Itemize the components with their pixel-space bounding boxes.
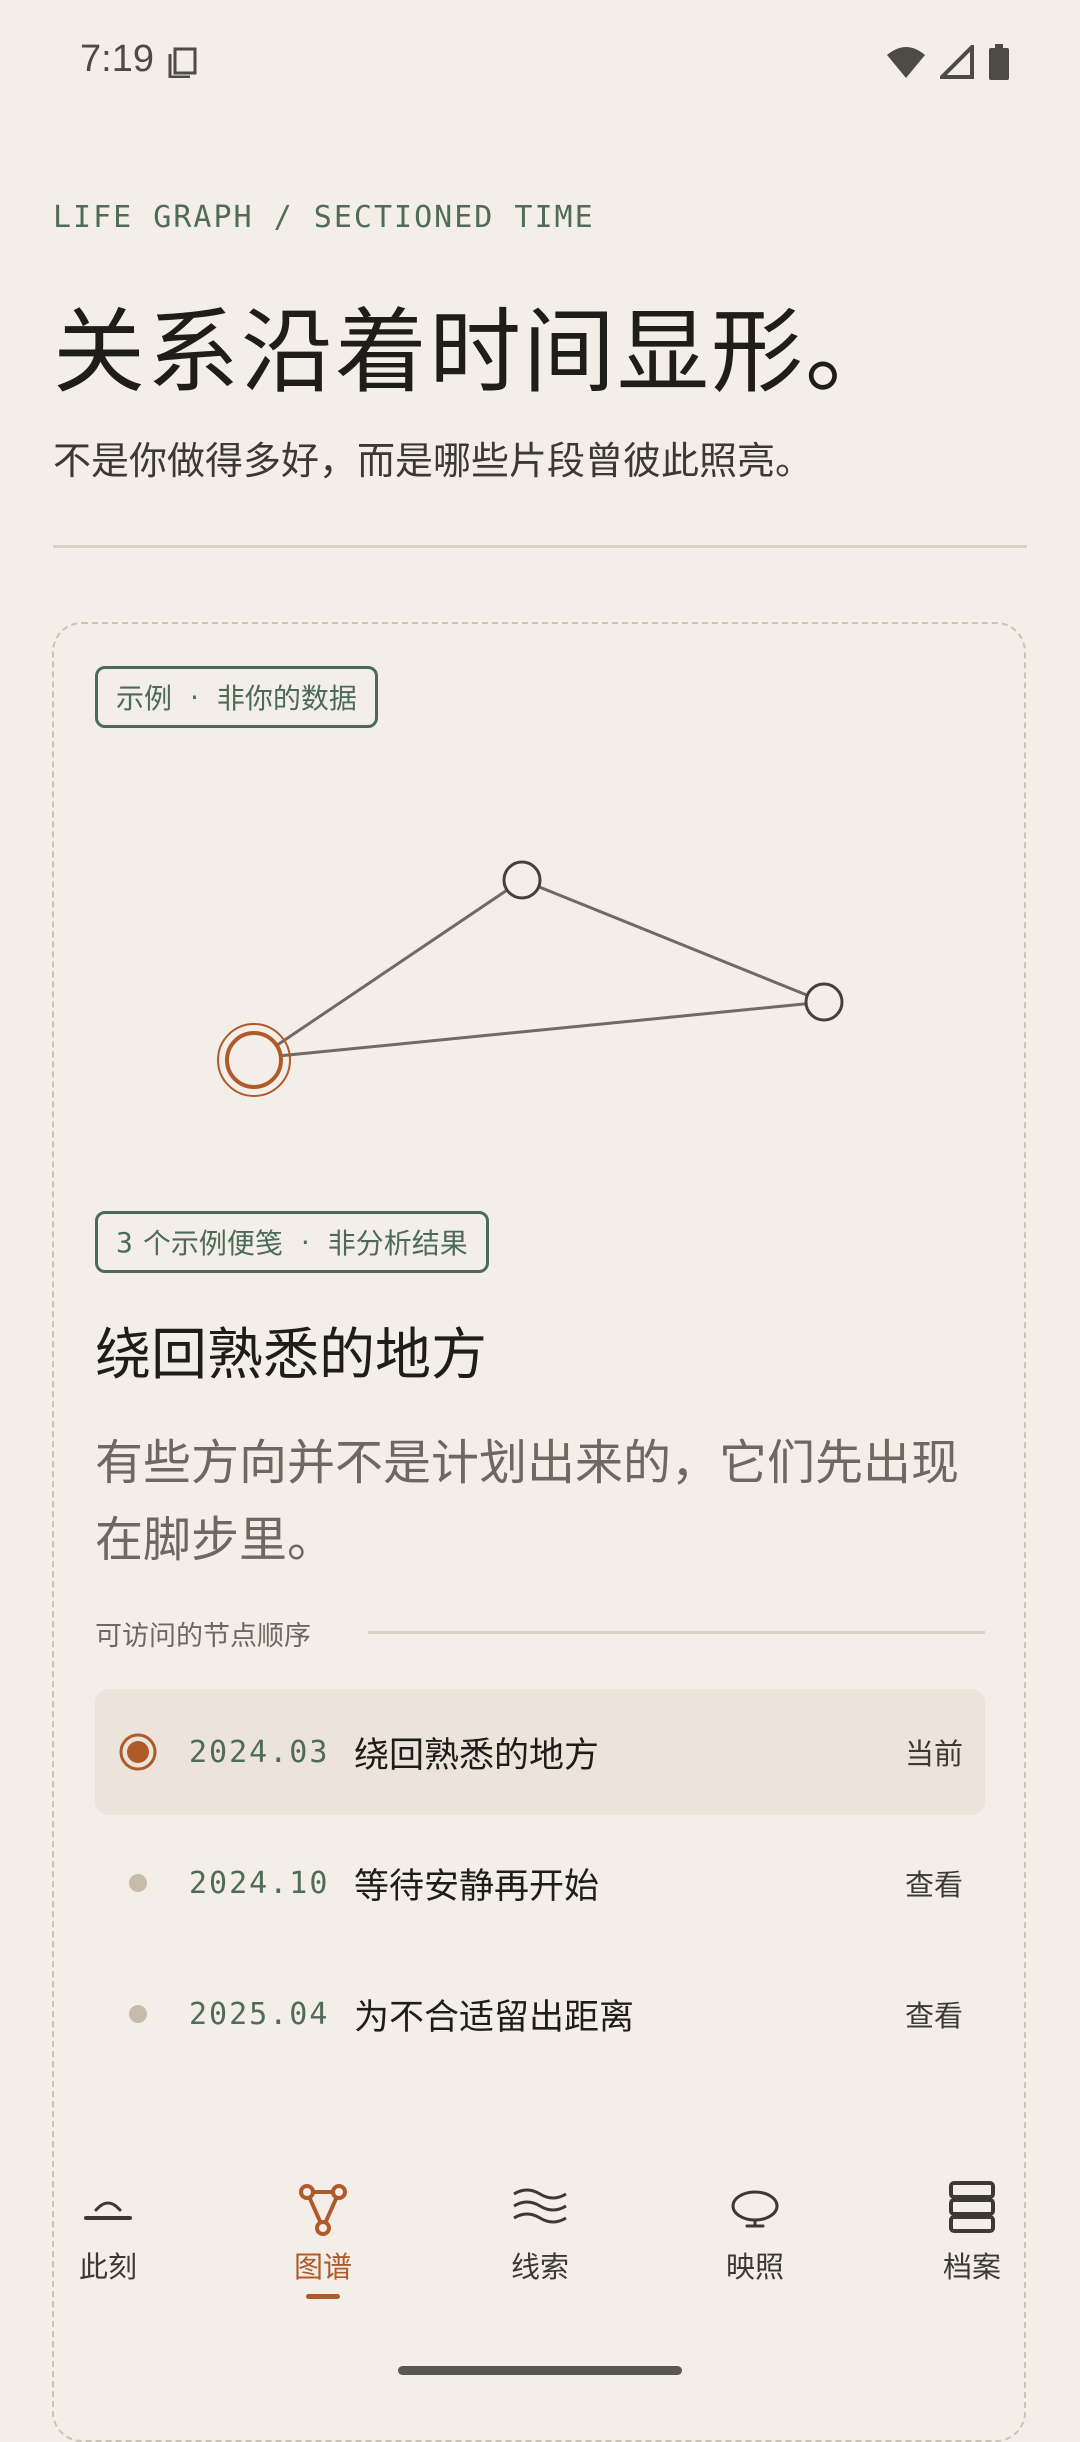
row-date: 2024.10: [189, 1865, 330, 1901]
row-label: 绕回熟悉的地方: [354, 1735, 600, 1776]
card-description: 有些方向并不是计划出来的，它们先出现在脚步里。: [95, 1435, 960, 1568]
nav-item-graph[interactable]: 图谱: [253, 2180, 393, 2299]
battery-icon: [989, 44, 1009, 80]
card-title: 绕回熟悉的地方: [95, 1323, 487, 1388]
nav-item-clues[interactable]: 线索: [470, 2180, 610, 2286]
wifi-icon: [887, 47, 925, 78]
notes-separator: ·: [300, 1225, 310, 1259]
notes-text: 个示例便笺: [142, 1227, 283, 1260]
nav-item-archive[interactable]: 档案: [902, 2180, 1042, 2286]
home-indicator[interactable]: [398, 2366, 682, 2375]
current-node-icon: [117, 1731, 159, 1773]
graph-edge: [257, 1000, 825, 1060]
timeline-row-2024-10[interactable]: 2024.10 等待安静再开始 查看: [95, 1820, 985, 1946]
example-notes-tag: 3 个示例便笺 · 非分析结果: [95, 1211, 489, 1273]
nav-label: 档案: [942, 2250, 1001, 2284]
header-divider: [53, 545, 1027, 548]
view-button[interactable]: 查看: [905, 1993, 963, 2035]
page-title: 关系沿着时间显形。: [53, 299, 900, 406]
timeline-row-2024-03[interactable]: 2024.03 绕回熟悉的地方 当前: [95, 1689, 985, 1815]
graph-icon: [299, 2184, 347, 2236]
graph-node[interactable]: [502, 860, 542, 900]
relationship-graph: [217, 860, 844, 1097]
status-time: 7:19: [80, 38, 154, 80]
nav-label: 图谱: [293, 2250, 352, 2284]
nav-item-reflection[interactable]: 映照: [685, 2180, 825, 2286]
graph-node-current[interactable]: [225, 1031, 283, 1089]
notes-count: 3: [116, 1225, 133, 1259]
node-order-divider: [368, 1631, 985, 1634]
example-tag-right: 非你的数据: [216, 682, 357, 715]
row-date: 2025.04: [189, 1996, 330, 2032]
nav-active-indicator: [306, 2294, 340, 2299]
example-data-tag: 示例 · 非你的数据: [95, 666, 378, 728]
row-label: 为不合适留出距离: [354, 1997, 635, 2038]
node-dot-icon: [117, 1993, 159, 2035]
graph-node[interactable]: [804, 982, 844, 1022]
node-order-label: 可访问的节点顺序: [95, 1621, 311, 1652]
graph-edge: [257, 878, 523, 1060]
nav-item-now[interactable]: 此刻: [38, 2180, 178, 2286]
section-kicker: LIFE GRAPH / SECTIONED TIME: [53, 200, 595, 235]
signal-icon: [940, 45, 974, 79]
row-status: 当前: [904, 1737, 963, 1771]
example-tag-left: 示例: [116, 682, 173, 715]
graph-edge: [521, 878, 825, 1004]
view-button[interactable]: 查看: [905, 1862, 963, 1904]
sim-card-icon: [168, 47, 197, 78]
timeline-row-2025-04[interactable]: 2025.04 为不合适留出距离 查看: [95, 1951, 985, 2077]
horizon-icon: [84, 2201, 132, 2220]
row-label: 等待安静再开始: [354, 1866, 600, 1907]
nav-label: 此刻: [78, 2250, 137, 2284]
archive-icon: [949, 2181, 995, 2233]
page-subtitle: 不是你做得多好，而是哪些片段曾彼此照亮。: [53, 439, 814, 483]
nav-label: 映照: [725, 2250, 784, 2284]
bottom-navigation: 此刻 图谱 线索 映照 档案: [0, 2152, 1080, 2312]
row-date: 2024.03: [189, 1734, 330, 1770]
example-tag-separator: ·: [190, 680, 199, 714]
reflection-icon: [731, 2190, 779, 2228]
status-icons: [886, 44, 1010, 80]
notes-right: 非分析结果: [327, 1227, 468, 1260]
nav-label: 线索: [510, 2250, 569, 2284]
node-dot-icon: [117, 1862, 159, 1904]
waves-icon: [513, 2188, 567, 2224]
